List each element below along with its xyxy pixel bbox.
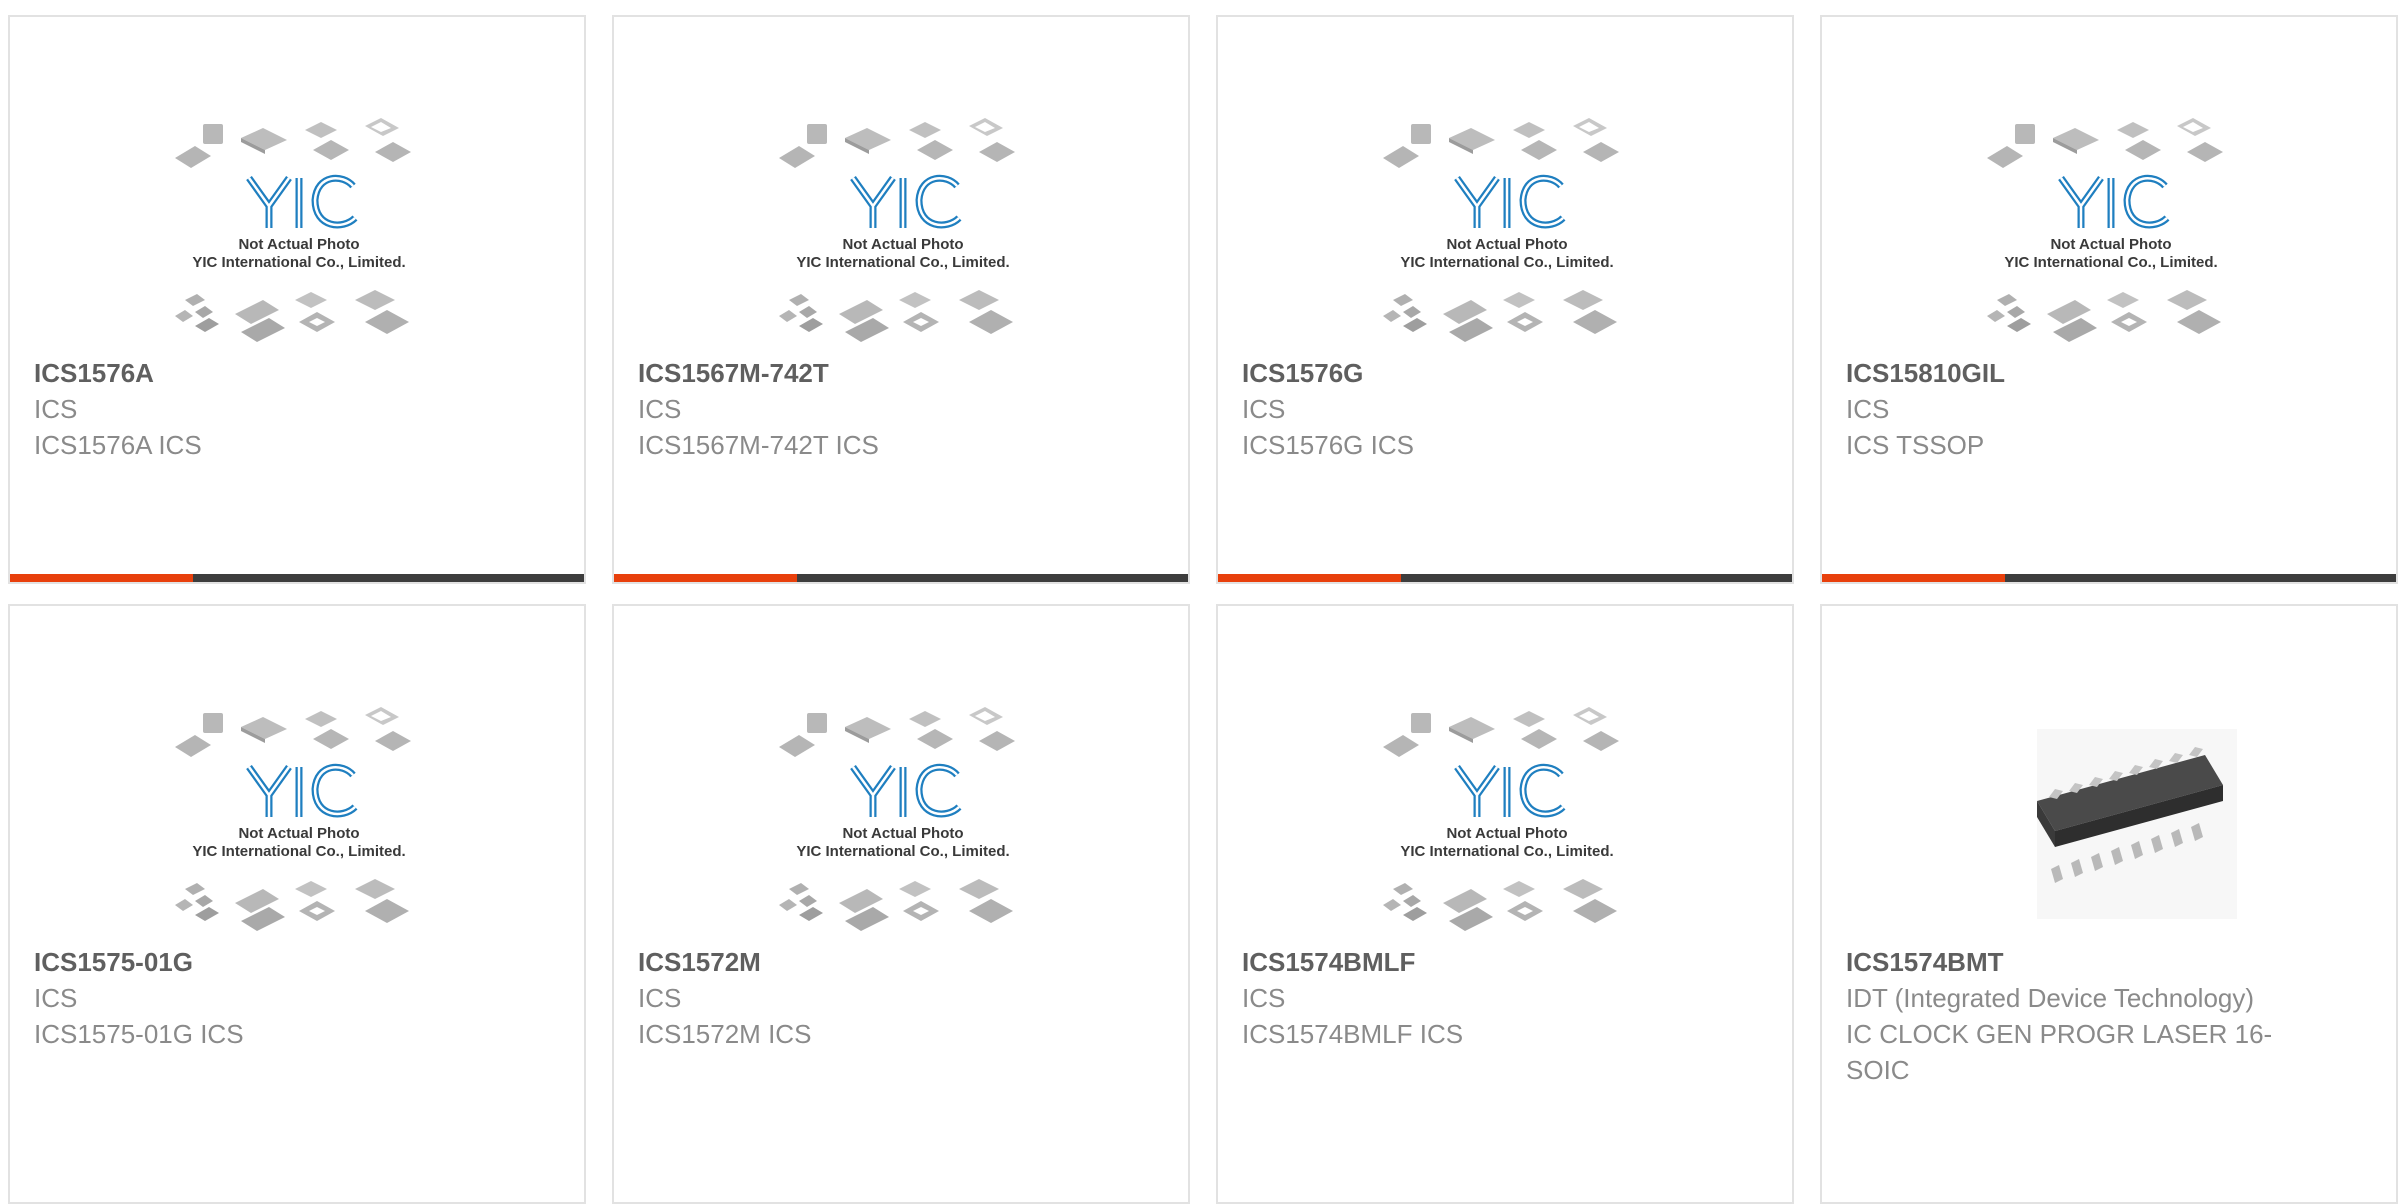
chip-photo xyxy=(1977,689,2245,957)
product-card[interactable]: Not Actual Photo YIC International Co., … xyxy=(612,604,1190,1204)
chip-cluster-bottom-icon xyxy=(779,879,1013,931)
part-number[interactable]: ICS1574BMT xyxy=(1846,944,2296,980)
product-info: ICS1575-01G ICS ICS1575-01G ICS xyxy=(34,944,484,1052)
product-card[interactable]: Not Actual Photo YIC International Co., … xyxy=(8,15,586,584)
soic-chip-icon xyxy=(2037,729,2237,919)
chip-cluster-icon xyxy=(1383,118,1619,168)
chip-cluster-icon xyxy=(779,707,1015,757)
placeholder-line1: Not Actual Photo xyxy=(842,825,963,842)
manufacturer: IDT (Integrated Device Technology) xyxy=(1846,983,2255,1013)
chip-cluster-bottom-icon xyxy=(1383,290,1617,342)
placeholder-line2: YIC International Co., Limited. xyxy=(192,254,405,271)
yic-logo-icon xyxy=(1454,763,1566,818)
chip-cluster-bottom-icon xyxy=(1987,290,2221,342)
product-card[interactable]: ICS1574BMT IDT (Integrated Device Techno… xyxy=(1820,604,2398,1204)
chip-cluster-bottom-icon xyxy=(1383,879,1617,931)
placeholder-line1: Not Actual Photo xyxy=(1446,236,1567,253)
part-number[interactable]: ICS1572M xyxy=(638,944,1088,980)
part-number[interactable]: ICS1567M-742T xyxy=(638,355,1088,391)
card-accent-bar xyxy=(10,574,193,582)
yic-logo-icon xyxy=(2058,174,2170,229)
placeholder-line1: Not Actual Photo xyxy=(2050,236,2171,253)
placeholder-line2: YIC International Co., Limited. xyxy=(796,843,1009,860)
manufacturer: ICS xyxy=(1242,394,1286,424)
description: IC CLOCK GEN PROGR LASER 16-SOIC xyxy=(1846,1019,2273,1085)
product-info: ICS1576A ICS ICS1576A ICS xyxy=(34,355,484,463)
placeholder-line2: YIC International Co., Limited. xyxy=(192,843,405,860)
chip-cluster-bottom-icon xyxy=(175,290,409,342)
part-number[interactable]: ICS1574BMLF xyxy=(1242,944,1692,980)
product-card[interactable]: Not Actual Photo YIC International Co., … xyxy=(1216,15,1794,584)
description: ICS1576A ICS xyxy=(34,430,202,460)
product-grid: Not Actual Photo YIC International Co., … xyxy=(8,15,2400,1204)
placeholder-image: Not Actual Photo YIC International Co., … xyxy=(1373,689,1641,957)
placeholder-image: Not Actual Photo YIC International Co., … xyxy=(1373,100,1641,368)
card-accent-bar xyxy=(1218,574,1401,582)
manufacturer: ICS xyxy=(638,394,682,424)
placeholder-line2: YIC International Co., Limited. xyxy=(796,254,1009,271)
manufacturer: ICS xyxy=(34,394,78,424)
placeholder-image: Not Actual Photo YIC International Co., … xyxy=(165,689,433,957)
description: ICS1567M-742T ICS xyxy=(638,430,879,460)
product-info: ICS1567M-742T ICS ICS1567M-742T ICS xyxy=(638,355,1088,463)
placeholder-image: Not Actual Photo YIC International Co., … xyxy=(769,100,1037,368)
product-info: ICS1572M ICS ICS1572M ICS xyxy=(638,944,1088,1052)
manufacturer: ICS xyxy=(1846,394,1890,424)
product-info: ICS1576G ICS ICS1576G ICS xyxy=(1242,355,1692,463)
part-number[interactable]: ICS1575-01G xyxy=(34,944,484,980)
product-card[interactable]: Not Actual Photo YIC International Co., … xyxy=(1216,604,1794,1204)
card-footer-bar xyxy=(10,574,584,582)
yic-logo-icon xyxy=(246,763,358,818)
part-number[interactable]: ICS1576G xyxy=(1242,355,1692,391)
product-card[interactable]: Not Actual Photo YIC International Co., … xyxy=(612,15,1190,584)
chip-cluster-icon xyxy=(1383,707,1619,757)
card-footer-bar xyxy=(1822,574,2396,582)
placeholder-line1: Not Actual Photo xyxy=(842,236,963,253)
description: ICS TSSOP xyxy=(1846,430,1985,460)
chip-cluster-icon xyxy=(779,118,1015,168)
yic-logo-icon xyxy=(850,763,962,818)
yic-logo-icon xyxy=(850,174,962,229)
placeholder-line1: Not Actual Photo xyxy=(1446,825,1567,842)
product-info: ICS1574BMLF ICS ICS1574BMLF ICS xyxy=(1242,944,1692,1052)
part-number[interactable]: ICS1576A xyxy=(34,355,484,391)
chip-cluster-icon xyxy=(175,707,411,757)
manufacturer: ICS xyxy=(1242,983,1286,1013)
placeholder-line2: YIC International Co., Limited. xyxy=(2004,254,2217,271)
yic-logo-icon xyxy=(1454,174,1566,229)
chip-cluster-icon xyxy=(1987,118,2223,168)
card-footer-bar xyxy=(1218,574,1792,582)
placeholder-line2: YIC International Co., Limited. xyxy=(1400,254,1613,271)
product-info: ICS15810GIL ICS ICS TSSOP xyxy=(1846,355,2296,463)
description: ICS1574BMLF ICS xyxy=(1242,1019,1464,1049)
card-accent-bar xyxy=(1822,574,2005,582)
product-card[interactable]: Not Actual Photo YIC International Co., … xyxy=(8,604,586,1204)
product-card[interactable]: Not Actual Photo YIC International Co., … xyxy=(1820,15,2398,584)
placeholder-line1: Not Actual Photo xyxy=(238,825,359,842)
description: ICS1572M ICS xyxy=(638,1019,812,1049)
yic-logo-icon xyxy=(246,174,358,229)
description: ICS1575-01G ICS xyxy=(34,1019,244,1049)
manufacturer: ICS xyxy=(638,983,682,1013)
product-info: ICS1574BMT IDT (Integrated Device Techno… xyxy=(1846,944,2296,1088)
card-footer-bar xyxy=(614,574,1188,582)
chip-cluster-icon xyxy=(175,118,411,168)
part-number[interactable]: ICS15810GIL xyxy=(1846,355,2296,391)
description: ICS1576G ICS xyxy=(1242,430,1414,460)
chip-cluster-bottom-icon xyxy=(779,290,1013,342)
placeholder-line2: YIC International Co., Limited. xyxy=(1400,843,1613,860)
placeholder-image: Not Actual Photo YIC International Co., … xyxy=(165,100,433,368)
card-accent-bar xyxy=(614,574,797,582)
manufacturer: ICS xyxy=(34,983,78,1013)
placeholder-line1: Not Actual Photo xyxy=(238,236,359,253)
placeholder-image: Not Actual Photo YIC International Co., … xyxy=(1977,100,2245,368)
placeholder-image: Not Actual Photo YIC International Co., … xyxy=(769,689,1037,957)
chip-cluster-bottom-icon xyxy=(175,879,409,931)
